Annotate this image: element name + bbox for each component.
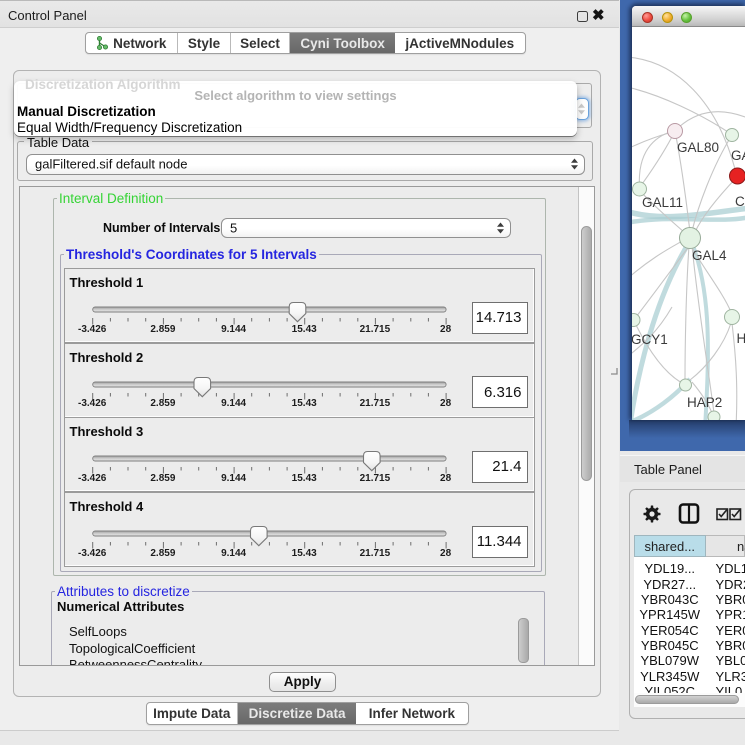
svg-text:GAL80: GAL80 — [677, 140, 719, 155]
svg-text:C: C — [735, 194, 745, 209]
svg-text:GCY1: GCY1 — [632, 332, 668, 347]
svg-text:GAL11: GAL11 — [642, 195, 683, 210]
svg-text:GAL4: GAL4 — [692, 248, 727, 263]
svg-text:HAP2: HAP2 — [687, 395, 722, 410]
svg-text:H: H — [737, 331, 745, 346]
svg-text:GA: GA — [731, 148, 745, 163]
